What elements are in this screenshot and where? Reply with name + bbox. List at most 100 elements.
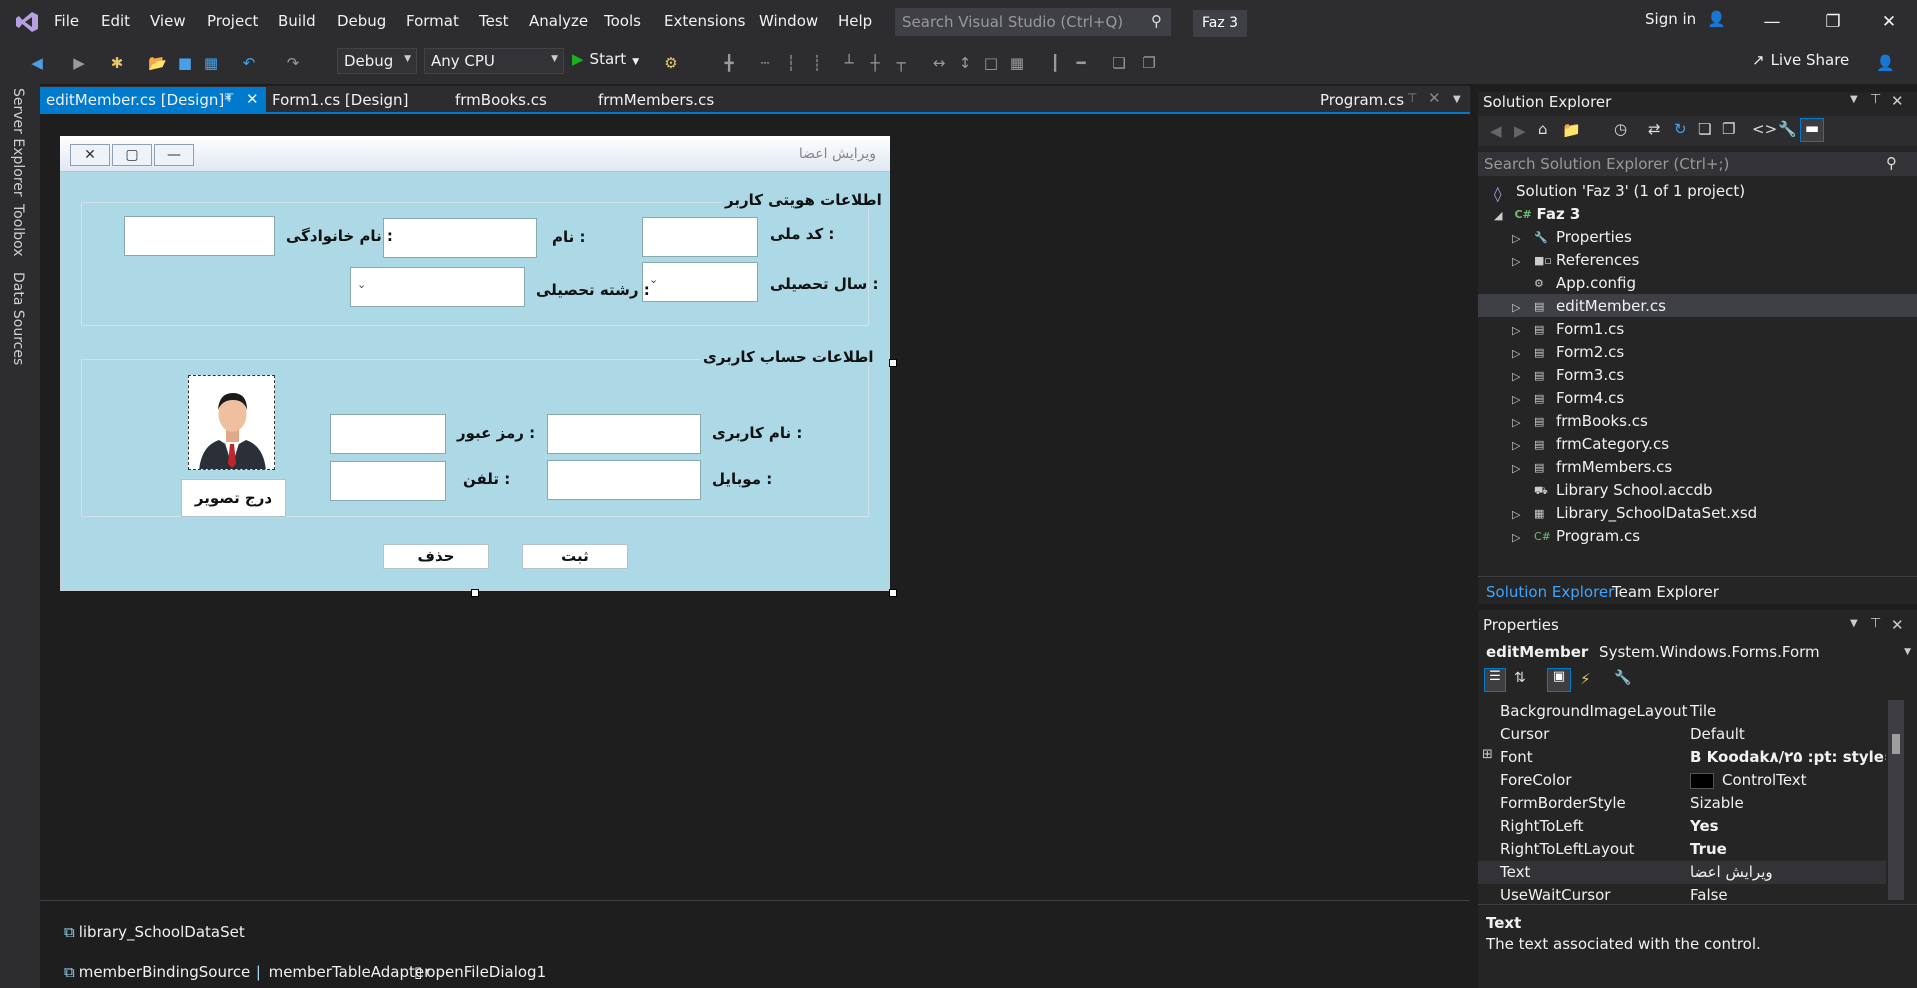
phone-input[interactable] <box>330 461 446 501</box>
property-row-righttoleftlayout[interactable]: RightToLeftLayout True <box>1478 838 1886 861</box>
expand-icon[interactable]: ▷ <box>1512 255 1534 268</box>
size-to-grid-icon[interactable]: ▦ <box>1008 54 1026 72</box>
search-input[interactable]: Search Visual Studio (Ctrl+Q) ⚲ <box>895 8 1171 36</box>
property-row-forecolor[interactable]: ForeColor ControlText <box>1478 769 1886 792</box>
property-value-cell[interactable]: ویرایش اعضا <box>1690 863 1886 881</box>
align-top-icon[interactable]: ┴ <box>840 54 858 72</box>
new-project-icon[interactable]: ✱ <box>108 54 126 72</box>
tree-item-form4-cs[interactable]: ▷ ▤ Form4.cs <box>1512 389 1624 407</box>
property-row-righttoleft[interactable]: RightToLeft Yes <box>1478 815 1886 838</box>
property-value-cell[interactable]: Default <box>1690 725 1886 743</box>
horizontal-spacing-icon[interactable]: ┃ <box>1046 54 1064 72</box>
menu-format[interactable]: Format <box>406 12 459 30</box>
properties-scrollbar[interactable] <box>1888 700 1904 900</box>
tab-program[interactable]: Program.cs <box>1314 87 1410 113</box>
tree-item-library-school-accdb[interactable]: ⛟ Library School.accdb <box>1512 481 1713 499</box>
live-share-button[interactable]: ↗ Live Share <box>1752 51 1849 69</box>
feedback-icon[interactable]: 👤 <box>1876 54 1895 72</box>
tree-item-form1-cs[interactable]: ▷ ▤ Form1.cs <box>1512 320 1624 338</box>
pin-icon[interactable]: ⊤ <box>1407 91 1417 105</box>
close-window-button[interactable]: ✕ <box>1874 8 1904 36</box>
close-icon[interactable]: ✕ <box>1891 616 1904 634</box>
property-row-backgroundimagelayout[interactable]: BackgroundImageLayout Tile <box>1478 700 1886 723</box>
expand-icon[interactable]: ▷ <box>1512 370 1534 383</box>
menu-extensions[interactable]: Extensions <box>664 12 745 30</box>
property-value-cell[interactable]: True <box>1690 840 1886 858</box>
properties-view-icon[interactable]: ▣ <box>1547 668 1571 692</box>
tree-solution[interactable]: ◊ Solution 'Faz 3' (1 of 1 project) <box>1494 182 1745 203</box>
expanded-icon[interactable]: ◢ <box>1494 209 1502 222</box>
save-button[interactable]: ثبت <box>522 544 628 569</box>
tab-editmember-design[interactable]: editMember.cs [Design]* ⊤ ✕ <box>40 87 266 113</box>
tree-item-app-config[interactable]: ⚙ App.config <box>1512 274 1636 292</box>
align-center-icon[interactable]: ┆ <box>782 54 800 72</box>
expand-icon[interactable]: ▷ <box>1512 416 1534 429</box>
tab-team-explorer[interactable]: Team Explorer <box>1604 580 1727 604</box>
menu-file[interactable]: File <box>54 12 79 30</box>
align-right-icon[interactable]: ┊ <box>808 54 826 72</box>
property-row-font[interactable]: ⊞ Font B Koodak۸/۲۵ :pt: style=Bol <box>1478 746 1886 769</box>
sync-icon[interactable]: ⇄ <box>1648 120 1661 138</box>
open-file-icon[interactable]: 📂 <box>148 54 167 72</box>
menu-window[interactable]: Window <box>759 12 818 30</box>
expand-icon[interactable]: ▷ <box>1512 531 1534 544</box>
tree-item-editmember-cs[interactable]: ▷ ▤ editMember.cs <box>1512 297 1666 315</box>
data-sources-tab[interactable]: Data Sources <box>10 272 26 365</box>
pin-icon[interactable]: ⊤ <box>1870 616 1881 631</box>
tree-item-form3-cs[interactable]: ▷ ▤ Form3.cs <box>1512 366 1624 384</box>
same-height-icon[interactable]: ↕ <box>956 54 974 72</box>
tab-frmbooks[interactable]: frmBooks.cs <box>449 87 553 113</box>
scrollbar-thumb[interactable] <box>1892 734 1900 754</box>
forward-icon[interactable]: ▶ <box>1514 122 1526 140</box>
preview-icon[interactable]: ▬ <box>1800 118 1824 142</box>
form-maximize-button[interactable]: ▢ <box>112 144 152 166</box>
mobile-input[interactable] <box>547 460 701 500</box>
pin-icon[interactable]: ⊤ <box>224 91 234 105</box>
resize-handle-bottom[interactable] <box>471 589 479 597</box>
back-icon[interactable]: ◀ <box>1490 122 1502 140</box>
avatar[interactable] <box>188 375 275 470</box>
expand-icon[interactable]: ▷ <box>1512 301 1534 314</box>
menu-view[interactable]: View <box>150 12 186 30</box>
home-icon[interactable]: ⌂ <box>1538 120 1548 138</box>
same-size-icon[interactable]: □ <box>982 54 1000 72</box>
menu-build[interactable]: Build <box>278 12 316 30</box>
vertical-spacing-icon[interactable]: ━ <box>1072 54 1090 72</box>
expand-icon[interactable]: ▷ <box>1512 393 1534 406</box>
expand-icon[interactable]: ▷ <box>1512 439 1534 452</box>
tray-table-adapter[interactable]: ❘ memberTableAdapter <box>252 963 430 981</box>
first-name-input[interactable] <box>383 218 537 258</box>
tab-frmmembers[interactable]: frmMembers.cs <box>592 87 720 113</box>
close-icon[interactable]: ✕ <box>1891 92 1904 110</box>
tree-item-references[interactable]: ▷ ■▫ References <box>1512 251 1639 269</box>
align-grid-icon[interactable]: ╋ <box>720 54 738 72</box>
expand-icon[interactable]: ▷ <box>1512 508 1534 521</box>
start-debugging-button[interactable]: ▶ Start ▼ <box>572 50 639 68</box>
toolbox-tab[interactable]: Toolbox <box>10 204 26 257</box>
tree-item-properties[interactable]: ▷ 🔧 Properties <box>1512 228 1632 246</box>
menu-tools[interactable]: Tools <box>604 12 641 30</box>
close-icon[interactable]: ✕ <box>246 90 259 108</box>
sign-in-link[interactable]: Sign in 👤 <box>1645 10 1726 28</box>
property-value-cell[interactable]: Sizable <box>1690 794 1886 812</box>
refresh-icon[interactable]: ↻ <box>1674 120 1687 138</box>
redo-icon[interactable]: ↷ <box>284 54 302 72</box>
tree-item-frmbooks-cs[interactable]: ▷ ▤ frmBooks.cs <box>1512 412 1648 430</box>
browser-link-icon[interactable]: ⚙ <box>662 54 680 72</box>
platform-select[interactable]: Any CPU ▼ <box>424 48 564 74</box>
save-all-icon[interactable]: ▦ <box>202 54 220 72</box>
expand-icon[interactable]: ▷ <box>1512 324 1534 337</box>
tree-item-frmcategory-cs[interactable]: ▷ ▤ frmCategory.cs <box>1512 435 1669 453</box>
property-value-cell[interactable]: False <box>1690 886 1886 904</box>
menu-test[interactable]: Test <box>479 12 509 30</box>
property-value-cell[interactable]: Tile <box>1690 702 1886 720</box>
properties-wrench-icon[interactable]: 🔧 <box>1778 120 1797 138</box>
property-row-cursor[interactable]: Cursor Default <box>1478 723 1886 746</box>
menu-debug[interactable]: Debug <box>337 12 386 30</box>
view-code-icon[interactable]: <> <box>1752 120 1777 138</box>
tray-open-file-dialog[interactable]: ▯ openFileDialog1 <box>414 963 546 981</box>
property-value-cell[interactable]: Yes <box>1690 817 1886 835</box>
align-bottom-icon[interactable]: ┬ <box>892 54 910 72</box>
server-explorer-tab[interactable]: Server Explorer <box>10 88 26 197</box>
categorized-icon[interactable]: ☰ <box>1484 668 1506 692</box>
